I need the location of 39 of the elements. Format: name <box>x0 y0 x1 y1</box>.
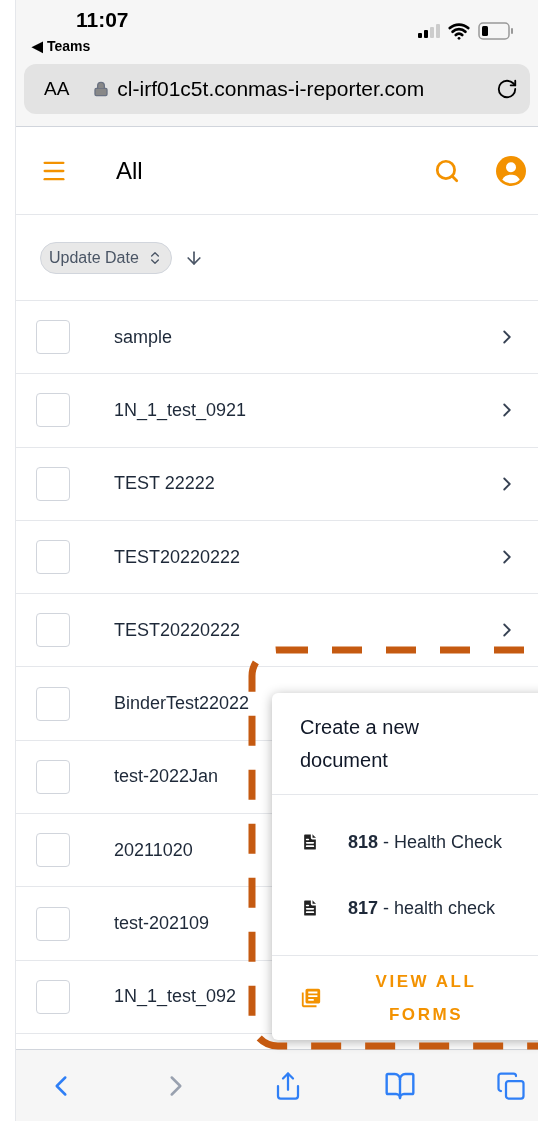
row-checkbox[interactable] <box>36 540 70 575</box>
document-name[interactable]: BinderTest22022 <box>114 690 250 718</box>
url-text: cl-irf01c5t.conmas-i-reporter.com <box>117 76 425 103</box>
row-checkbox[interactable] <box>36 979 70 1014</box>
row-checkbox[interactable] <box>36 906 70 941</box>
battery-icon <box>478 22 514 40</box>
status-time: 11:07 <box>76 8 129 32</box>
document-name[interactable]: test-202109 <box>114 910 210 937</box>
document-name[interactable]: TEST20220222 <box>114 543 241 571</box>
row-checkbox[interactable] <box>36 833 70 868</box>
form-item[interactable]: 817 - health check <box>272 877 538 939</box>
forms-icon <box>300 987 322 1009</box>
search-icon[interactable] <box>434 157 460 184</box>
document-name[interactable]: TEST20220222 <box>114 616 241 644</box>
reload-icon[interactable] <box>496 78 518 100</box>
wifi-icon <box>448 20 470 42</box>
document-name[interactable]: 20211020 <box>114 836 193 864</box>
document-name[interactable]: 1N_1_test_092 <box>114 983 237 1011</box>
address-bar[interactable]: AA cl-irf01c5t.conmas-i-reporter.com <box>24 64 530 114</box>
document-name[interactable]: test-2022Jan <box>114 763 219 791</box>
text-size-button[interactable]: AA <box>44 74 70 104</box>
signal-icon <box>418 24 440 38</box>
form-item[interactable]: 818 - Health Check <box>272 811 538 873</box>
row-checkbox[interactable] <box>36 613 70 648</box>
row-checkbox[interactable] <box>36 393 70 428</box>
document-name[interactable]: TEST 22222 <box>114 470 215 498</box>
row-checkbox[interactable] <box>36 320 70 355</box>
document-name[interactable]: 1N_1_test_0921 <box>114 396 247 424</box>
popup-title: Create a new document <box>300 714 420 773</box>
row-checkbox[interactable] <box>36 759 70 794</box>
document-name[interactable]: sample <box>114 323 173 351</box>
lock-icon <box>93 81 110 97</box>
account-icon[interactable] <box>496 155 526 186</box>
tabs-icon[interactable] <box>496 1070 526 1101</box>
row-checkbox[interactable] <box>36 466 70 501</box>
page-title: All <box>116 155 143 186</box>
row-checkbox[interactable] <box>36 686 70 721</box>
back-to-app-link[interactable]: ◀ Teams <box>32 36 129 56</box>
sort-select[interactable]: Update Date <box>40 241 172 274</box>
